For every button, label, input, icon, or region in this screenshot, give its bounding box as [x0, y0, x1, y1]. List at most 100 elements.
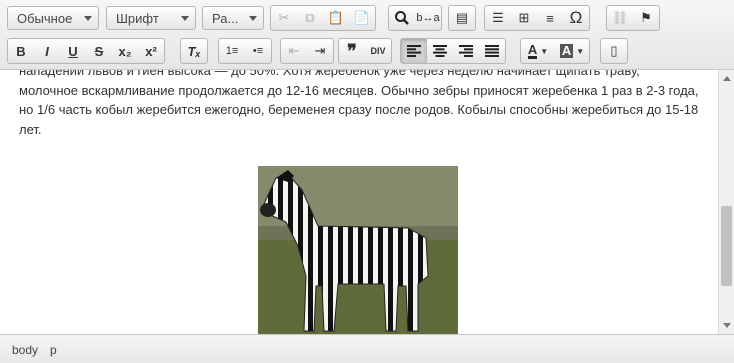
indent-button[interactable]: ⇥	[307, 39, 333, 63]
path-item-body[interactable]: body	[12, 343, 38, 357]
align-left-button[interactable]	[401, 39, 427, 63]
bg-color-icon: A	[559, 43, 574, 58]
size-combo[interactable]: Ра...	[202, 6, 264, 30]
vertical-scrollbar[interactable]	[718, 70, 734, 334]
find-group: b↔a	[388, 5, 442, 31]
show-blocks-button[interactable]: ▯	[601, 39, 627, 63]
align-right-icon	[459, 45, 473, 57]
copy-button[interactable]: ⧉	[297, 6, 323, 30]
unlink-icon: ⛓	[611, 10, 629, 25]
blockquote-button[interactable]: ❞	[339, 39, 365, 63]
omega-icon: Ω	[569, 8, 583, 27]
link-group: ⛓ ⚑	[606, 5, 660, 31]
bg-color-button[interactable]: A ▼	[555, 39, 589, 63]
scroll-down-icon[interactable]	[723, 323, 731, 328]
indent-icon: ⇥	[314, 43, 326, 58]
table-button[interactable]: ⊞	[511, 6, 537, 30]
path-item-p[interactable]: p	[50, 343, 57, 357]
subscript-button[interactable]: x₂	[112, 39, 138, 63]
horizontal-rule-icon: ≡	[546, 10, 554, 26]
chevron-down-icon	[84, 16, 92, 21]
justify-button[interactable]	[479, 39, 505, 63]
numbered-list-button[interactable]: 1≡	[219, 39, 245, 63]
bold-icon: B	[16, 43, 26, 59]
format-combo-label: Обычное	[17, 11, 73, 26]
div-icon: DIV	[370, 46, 386, 56]
color-group: A ▼ A ▼	[520, 38, 590, 64]
underline-icon: U	[68, 43, 78, 59]
div-button[interactable]: DIV	[365, 39, 391, 63]
select-all-button[interactable]: ▤	[449, 6, 475, 30]
replace-button[interactable]: b↔a	[415, 6, 441, 30]
insert-group: ☰ ⊞ ≡ Ω	[484, 5, 590, 31]
select-all-icon: ▤	[455, 10, 469, 25]
page-break-button[interactable]: ☰	[485, 6, 511, 30]
subscript-icon: x₂	[118, 43, 132, 59]
font-combo[interactable]: Шрифт	[106, 6, 196, 30]
size-combo-label: Ра...	[212, 11, 239, 26]
show-blocks-icon: ▯	[610, 43, 618, 58]
paste-text-button[interactable]: 📄	[349, 6, 375, 30]
paste-button[interactable]: 📋	[323, 6, 349, 30]
superscript-icon: x²	[145, 43, 157, 59]
paragraph-line: нападении львов и гиен высока — до 50%. …	[19, 70, 640, 78]
page-break-icon: ☰	[492, 10, 504, 25]
special-char-button[interactable]: Ω	[563, 6, 589, 30]
strike-icon: S	[94, 43, 104, 59]
list-group: 1≡ •≡	[218, 38, 272, 64]
editor-content[interactable]: нападении львов и гиен высока — до 50%. …	[0, 70, 718, 334]
search-icon	[395, 11, 409, 25]
bulleted-list-button[interactable]: •≡	[245, 39, 271, 63]
outdent-button[interactable]: ⇤	[281, 39, 307, 63]
cut-button[interactable]: ✂	[271, 6, 297, 30]
horizontal-rule-button[interactable]: ≡	[537, 6, 563, 30]
italic-icon: I	[45, 43, 49, 59]
basic-styles-group: B I U S x₂ x²	[7, 38, 165, 64]
format-combo[interactable]: Обычное	[7, 6, 99, 30]
clipboard-icon: 📋	[327, 10, 345, 25]
zebra-image[interactable]	[258, 166, 458, 334]
chevron-down-icon: ▼	[576, 46, 585, 56]
underline-button[interactable]: U	[60, 39, 86, 63]
paragraph-line: молочное вскармливание продолжается до 1…	[19, 82, 699, 98]
copy-icon: ⧉	[305, 10, 315, 25]
italic-button[interactable]: I	[34, 39, 60, 63]
cleanup-group: Tₓ	[180, 38, 208, 64]
chevron-down-icon: ▼	[540, 46, 549, 56]
remove-format-button[interactable]: Tₓ	[181, 39, 207, 63]
font-combo-label: Шрифт	[116, 11, 159, 26]
chevron-down-icon	[181, 16, 189, 21]
scissors-icon: ✂	[278, 10, 290, 25]
element-path-bar: body p	[0, 334, 734, 363]
find-button[interactable]	[389, 6, 415, 30]
align-left-icon	[407, 45, 421, 57]
clipboard-group: ✂ ⧉ 📋 📄	[270, 5, 376, 31]
chevron-down-icon	[249, 16, 257, 21]
flag-icon: ⚑	[640, 10, 652, 25]
align-center-button[interactable]	[427, 39, 453, 63]
text-color-icon: A	[527, 42, 538, 59]
bulleted-list-icon: •≡	[252, 45, 264, 57]
anchor-button[interactable]: ⚑	[633, 6, 659, 30]
paste-text-icon: 📄	[353, 10, 371, 25]
scroll-thumb[interactable]	[721, 206, 732, 286]
superscript-button[interactable]: x²	[138, 39, 164, 63]
remove-format-icon: Tₓ	[187, 43, 201, 59]
scroll-up-icon[interactable]	[723, 76, 731, 81]
outdent-icon: ⇤	[288, 43, 300, 58]
zebra-illustration	[258, 166, 458, 334]
replace-icon: b↔a	[416, 12, 440, 24]
align-right-button[interactable]	[453, 39, 479, 63]
align-group	[400, 38, 506, 64]
unlink-button[interactable]: ⛓	[607, 6, 633, 30]
table-icon: ⊞	[518, 10, 530, 25]
strike-button[interactable]: S	[86, 39, 112, 63]
editor-toolbar: Обычное Шрифт Ра... ✂ ⧉ 📋 📄 b↔a ▤ ☰ ⊞ ≡ …	[0, 0, 734, 70]
bold-button[interactable]: B	[8, 39, 34, 63]
paragraph: нападении львов и гиен высока — до 50%. …	[19, 70, 709, 139]
indent-group: ⇤ ⇥	[280, 38, 334, 64]
justify-icon	[485, 45, 499, 57]
numbered-list-icon: 1≡	[225, 45, 239, 57]
text-color-button[interactable]: A ▼	[521, 39, 555, 63]
paragraph-line: лет.	[19, 121, 42, 137]
